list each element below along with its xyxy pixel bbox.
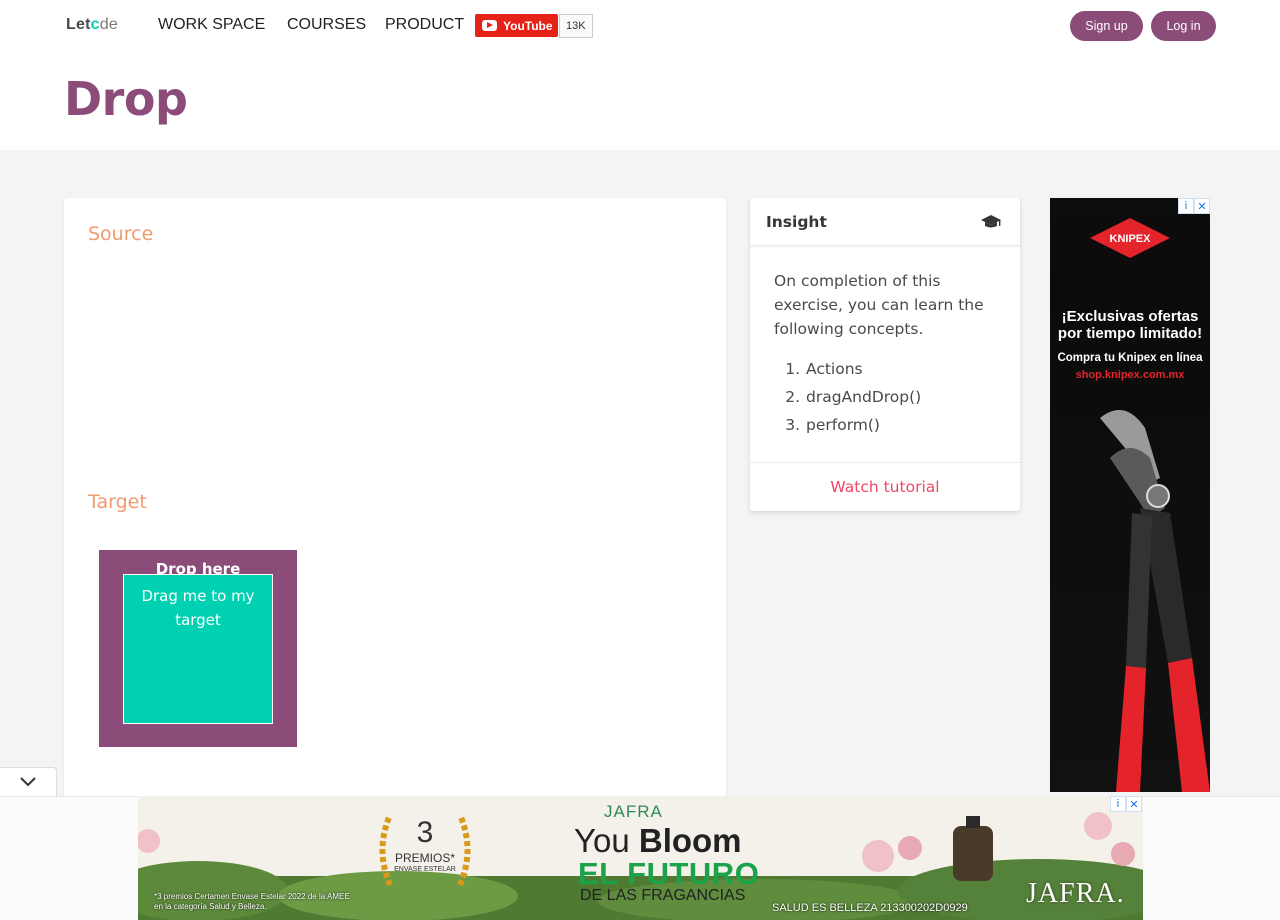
graduation-cap-icon: [981, 215, 1001, 228]
page-title: Drop: [64, 72, 188, 126]
collapse-ad-button[interactable]: [0, 767, 57, 796]
side-advertisement[interactable]: KNIPEX ¡Exclusivas ofertas por tiempo li…: [1050, 198, 1210, 792]
draggable-box[interactable]: Drag me to my target: [123, 574, 273, 724]
youtube-play-icon: [482, 20, 497, 31]
fragancias-subheadline: DE LAS FRAGANCIAS: [580, 887, 746, 904]
concept-item: 2. dragAndDrop(): [785, 388, 922, 406]
jafra-top-label: JAFRA: [604, 802, 663, 821]
ad-close-icon[interactable]: ✕: [1126, 796, 1142, 812]
concept-item: 1. Actions: [785, 360, 863, 378]
ad-fine-print: *3 premios Certamen Envase Estelar 2022 …: [154, 892, 350, 911]
nav-product-link[interactable]: PRODUCT: [385, 16, 464, 34]
ad-info-icon[interactable]: i: [1178, 198, 1194, 214]
pliers-image: [1100, 410, 1210, 792]
knipex-logo: KNIPEX: [1090, 218, 1170, 258]
youtube-subscribe-widget[interactable]: YouTube 13K: [475, 14, 593, 38]
award-subtext: ENVASE ESTELAR: [394, 866, 456, 873]
you-bloom-headline: You Bloom: [574, 822, 742, 859]
side-ad-url: shop.knipex.com.mx: [1075, 369, 1185, 381]
top-navbar: Letcde WORK SPACE COURSES PRODUCT YouTub…: [0, 0, 1280, 52]
svg-text:KNIPEX: KNIPEX: [1110, 233, 1152, 245]
award-number: 3: [416, 816, 434, 849]
insight-intro: On completion of this exercise, you can …: [774, 272, 984, 338]
signup-button[interactable]: Sign up: [1070, 11, 1143, 41]
youtube-button[interactable]: YouTube: [475, 14, 558, 37]
ad-close-icon[interactable]: ✕: [1194, 198, 1210, 214]
youtube-label: YouTube: [503, 18, 553, 33]
ad-info-icon[interactable]: i: [1110, 796, 1126, 812]
insight-header: Insight: [750, 198, 1020, 246]
award-laurel-icon: [379, 813, 471, 887]
watch-tutorial-link[interactable]: Watch tutorial: [830, 478, 939, 496]
target-label: Target: [88, 491, 147, 513]
concept-list: 1. Actions 2. dragAndDrop() 3. perform(): [774, 357, 996, 441]
draggable-label: Drag me to my target: [141, 587, 255, 629]
jafra-brand-logo: JAFRA.: [1026, 878, 1125, 909]
ad-legal-code: SALUD ES BELLEZA 213300202D0929: [772, 902, 968, 914]
nav-workspace-link[interactable]: WORK SPACE: [158, 16, 265, 34]
insight-footer: Watch tutorial: [750, 462, 1020, 511]
ad-badges: i ✕: [1178, 198, 1210, 214]
nav-courses-link[interactable]: COURSES: [287, 16, 366, 34]
side-ad-headline: ¡Exclusivas ofertas por tiempo limitado!: [1057, 308, 1203, 342]
side-ad-subtext: Compra tu Knipex en línea: [1057, 352, 1203, 364]
exercise-card: Source Target Drop here Drag me to my ta…: [64, 198, 726, 798]
source-label: Source: [88, 223, 154, 245]
login-button[interactable]: Log in: [1151, 11, 1216, 41]
youtube-subscriber-count: 13K: [559, 14, 593, 38]
insight-title: Insight: [766, 213, 827, 231]
insight-body: On completion of this exercise, you can …: [750, 246, 1020, 441]
bottom-ad-badges: i ✕: [1110, 796, 1142, 812]
letcode-logo[interactable]: Letcde: [66, 16, 118, 34]
page-hero: Drop: [0, 52, 1280, 150]
bottom-advertisement[interactable]: 3 PREMIOS* ENVASE ESTELAR *3 premios Cer…: [138, 796, 1143, 920]
concept-item: 3. perform(): [785, 416, 880, 434]
insight-card: Insight On completion of this exercise, …: [750, 198, 1020, 511]
award-text: PREMIOS*: [394, 851, 455, 865]
chevron-down-icon: [20, 777, 36, 787]
